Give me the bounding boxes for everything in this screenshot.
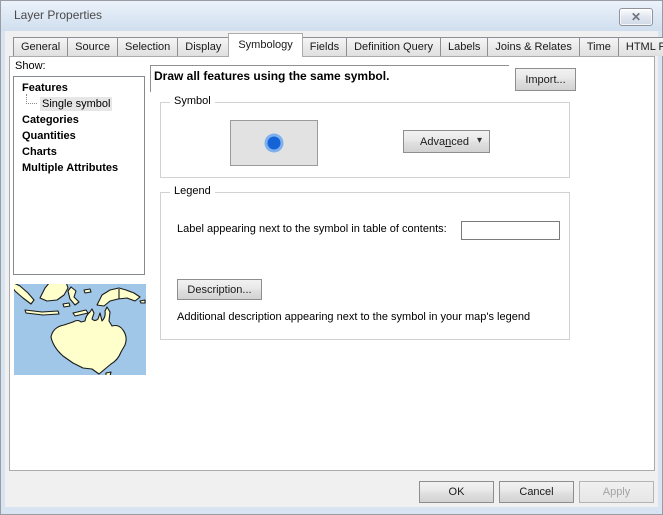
tab-symbology[interactable]: Symbology: [228, 33, 302, 57]
tree-item-charts[interactable]: Charts: [14, 144, 144, 160]
tree-item-multiple-attributes[interactable]: Multiple Attributes: [14, 160, 144, 176]
legend-group-title: Legend: [170, 185, 215, 197]
show-tree: Features Single symbol Categories Quanti…: [13, 76, 145, 275]
show-label: Show:: [15, 60, 46, 72]
tab-joins-relates[interactable]: Joins & Relates: [487, 37, 579, 56]
tab-selection[interactable]: Selection: [117, 37, 178, 56]
dialog-footer: OK Cancel Apply: [419, 481, 654, 503]
symbology-tab-page: Show: Features Single symbol Categories …: [9, 56, 655, 471]
titlebar[interactable]: Layer Properties ✕: [1, 1, 662, 31]
map-preview-australia: [14, 284, 146, 375]
tab-fields[interactable]: Fields: [302, 37, 347, 56]
legend-groupbox: Legend Label appearing next to the symbo…: [160, 192, 570, 340]
advanced-dropdown-button[interactable]: Advanced ▾: [403, 130, 490, 153]
tab-html-popup[interactable]: HTML Popup: [618, 37, 663, 56]
point-symbol-icon: [263, 132, 285, 154]
summary-text: Draw all features using the same symbol.: [151, 66, 509, 83]
tab-time[interactable]: Time: [579, 37, 619, 56]
import-button[interactable]: Import...: [515, 68, 576, 91]
legend-label-text: Label appearing next to the symbol in ta…: [177, 223, 447, 235]
chevron-down-icon: ▾: [477, 135, 482, 146]
close-icon[interactable]: ✕: [619, 8, 653, 26]
tab-source[interactable]: Source: [67, 37, 118, 56]
symbol-preview-button[interactable]: [230, 120, 318, 166]
symbol-group-title: Symbol: [170, 95, 215, 107]
legend-label-input[interactable]: [461, 221, 560, 240]
tree-item-categories[interactable]: Categories: [14, 112, 144, 128]
tree-item-single-symbol[interactable]: Single symbol: [14, 96, 144, 112]
tab-strip: General Source Selection Display Symbolo…: [13, 33, 663, 56]
summary-box: Draw all features using the same symbol.: [150, 65, 509, 92]
description-button[interactable]: Description...: [177, 279, 262, 300]
ok-button[interactable]: OK: [419, 481, 494, 503]
tab-display[interactable]: Display: [177, 37, 229, 56]
tree-item-quantities[interactable]: Quantities: [14, 128, 144, 144]
symbol-groupbox: Symbol Advanced ▾: [160, 102, 570, 178]
layer-properties-dialog: Layer Properties ✕ General Source Select…: [0, 0, 663, 515]
tab-general[interactable]: General: [13, 37, 68, 56]
tree-connector-icon: [26, 94, 37, 104]
apply-button: Apply: [579, 481, 654, 503]
tab-labels[interactable]: Labels: [440, 37, 488, 56]
dialog-client-area: General Source Selection Display Symbolo…: [5, 31, 658, 507]
legend-additional-text: Additional description appearing next to…: [177, 311, 530, 323]
cancel-button[interactable]: Cancel: [499, 481, 574, 503]
tab-definition-query[interactable]: Definition Query: [346, 37, 441, 56]
window-title: Layer Properties: [14, 8, 102, 22]
